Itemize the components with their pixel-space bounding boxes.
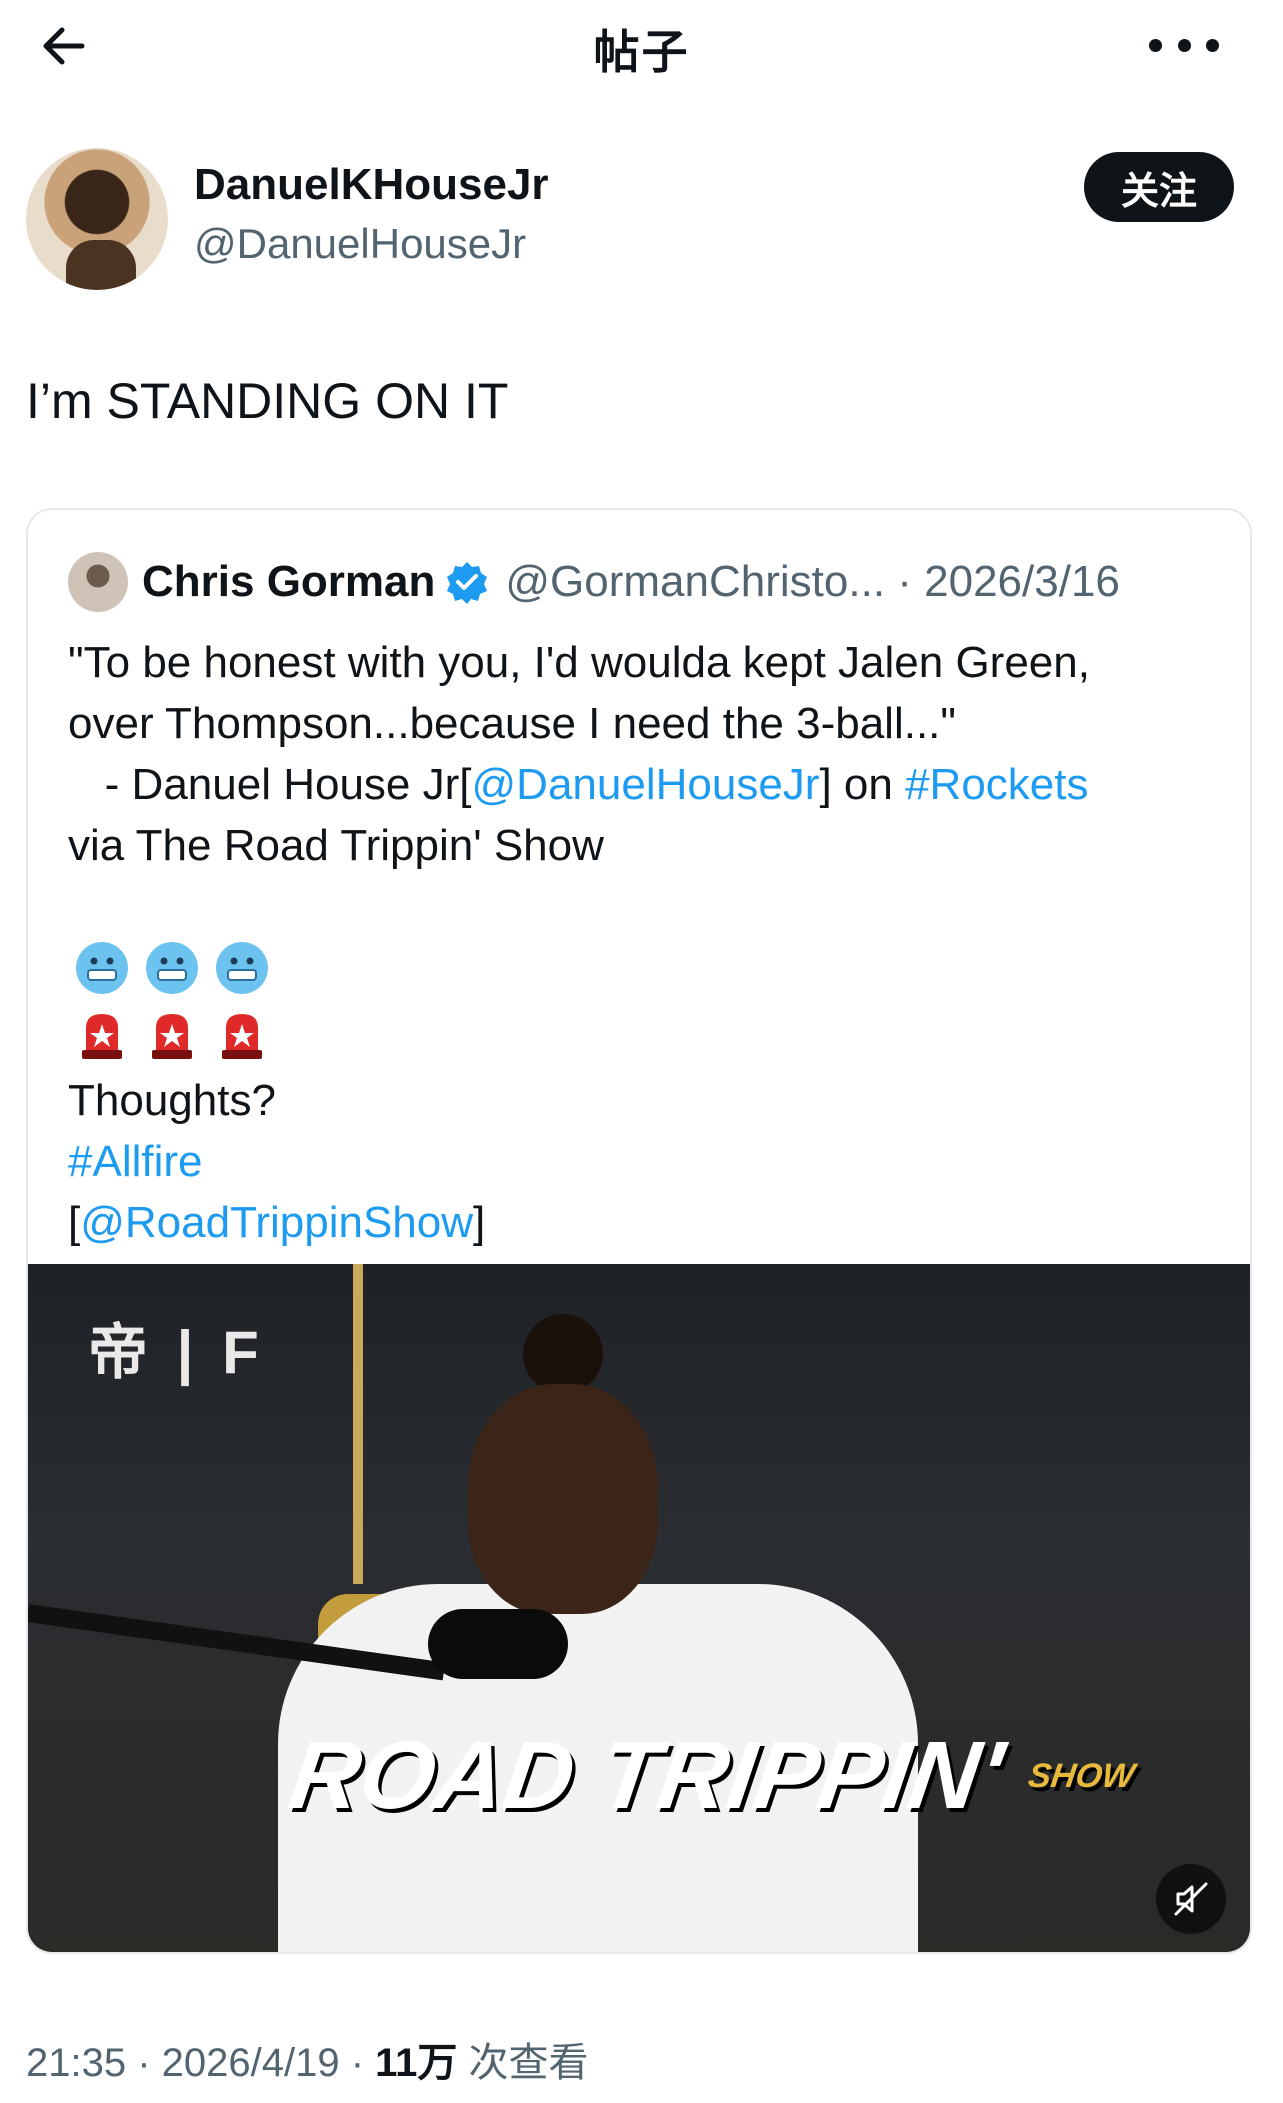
quote-line-4: via The Road Trippin' Show	[68, 821, 604, 870]
road-trippin-logo-text: ROAD TRIPPIN'	[283, 1722, 1010, 1829]
author-handle[interactable]: @DanuelHouseJr	[194, 220, 526, 268]
volume-muted-icon	[1174, 1882, 1208, 1916]
bracket-open: [	[68, 1198, 81, 1247]
verified-badge-icon	[447, 562, 488, 604]
mute-button[interactable]	[1156, 1864, 1226, 1934]
hashtag-allfire[interactable]: #Allfire	[68, 1131, 1228, 1192]
person-hair	[523, 1314, 603, 1394]
quote-header: Chris Gorman @GormanChristo... · 2026/3/…	[68, 550, 1228, 614]
quote-avatar[interactable]	[68, 552, 128, 612]
more-dot	[1177, 38, 1191, 52]
post-timestamp[interactable]: 21:35 · 2026/4/19 ·	[26, 2041, 375, 2085]
quote-line-2: over Thompson...because I need the 3-bal…	[68, 699, 957, 748]
background-lamp	[353, 1264, 363, 1584]
post-meta: 21:35 · 2026/4/19 · 11万 次查看	[26, 2030, 589, 2088]
quote-line-3: - Danuel House Jr[@DanuelHouseJr] on #Ro…	[68, 754, 1228, 815]
police-light-emoji-icon	[142, 1004, 202, 1064]
quote-mention-line: [@RoadTrippinShow]	[68, 1192, 1228, 1253]
quote-thoughts: Thoughts?	[68, 1076, 276, 1125]
video-player[interactable]: 帝 | F ROAD TRIPPIN' SHOW	[28, 1264, 1250, 1952]
quote-handle-date: @GormanChristo... · 2026/3/16	[505, 557, 1120, 606]
more-dot	[1206, 38, 1219, 52]
top-bar: 帖子	[0, 0, 1283, 92]
post-author: DanuelKHouseJr @DanuelHouseJr 关注	[24, 146, 1264, 296]
author-name[interactable]: DanuelKHouseJr	[194, 160, 549, 210]
quote-line-3-mid: ] on	[819, 760, 906, 809]
emoji-group	[72, 938, 1228, 1064]
quote-line-1: "To be honest with you, I'd woulda kept …	[68, 638, 1090, 687]
network-logo: 帝 | F	[88, 1319, 265, 1386]
person-head	[468, 1384, 658, 1614]
cold-face-emoji-icon	[72, 938, 132, 998]
page-title: 帖子	[593, 26, 690, 78]
hashtag-rockets[interactable]: #Rockets	[905, 760, 1088, 809]
bracket-close: ]	[473, 1198, 486, 1247]
quote-author-name[interactable]: Chris Gorman	[142, 557, 435, 607]
mention-link-roadtrippin[interactable]: @RoadTrippinShow	[80, 1198, 473, 1247]
views-label: 次查看	[457, 2041, 589, 2085]
more-horizontal-icon	[1149, 38, 1162, 52]
road-trippin-show-text: SHOW	[1025, 1757, 1137, 1795]
cold-face-emoji-icon	[212, 938, 272, 998]
follow-button[interactable]: 关注	[1084, 152, 1234, 222]
police-light-emoji-icon	[72, 1004, 132, 1064]
microphone	[428, 1609, 568, 1679]
quoted-post[interactable]: Chris Gorman @GormanChristo... · 2026/3/…	[26, 508, 1252, 1954]
police-light-emoji-icon	[212, 1004, 272, 1064]
quote-body: "To be honest with you, I'd woulda kept …	[68, 632, 1228, 1253]
road-trippin-logo: ROAD TRIPPIN' SHOW	[283, 1722, 1140, 1829]
quote-line-3-prefix: - Danuel House Jr[	[68, 760, 472, 809]
more-options-button[interactable]	[1149, 30, 1219, 60]
post-text: I’m STANDING ON IT	[26, 373, 509, 429]
mention-link-danuel[interactable]: @DanuelHouseJr	[472, 760, 820, 809]
cold-face-emoji-icon	[142, 938, 202, 998]
avatar[interactable]	[26, 148, 168, 290]
views-count: 11万	[375, 2041, 458, 2085]
